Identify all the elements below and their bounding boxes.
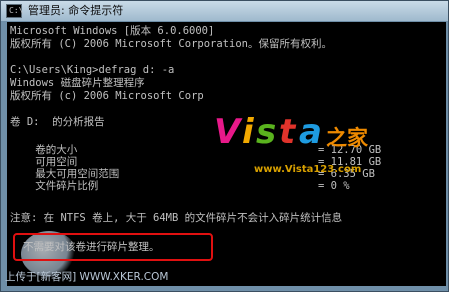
console-line-copyright: 版权所有 (C) 2006 Microsoft Corporation。保留所有… (10, 38, 332, 50)
console-line-ntfs-note: 注意: 在 NTFS 卷上, 大于 64MB 的文件碎片不会计入碎片统计信息 (10, 212, 343, 224)
watermark-letter-a: a (299, 112, 322, 152)
console-line-result: 不需要对该卷进行碎片整理。 (23, 241, 160, 253)
watermark-letter-v: V (214, 112, 241, 152)
title-bar[interactable]: C:\ 管理员: 命令提示符 (1, 1, 448, 21)
vista-watermark-logo: V i s t a 之家 www.Vista123.com (214, 110, 419, 180)
console-line-defrag-title: Windows 磁盘碎片整理程序 (10, 77, 145, 89)
watermark-url: www.Vista123.com (254, 164, 362, 175)
cmd-window: C:\ 管理员: 命令提示符 Microsoft Windows [版本 6.0… (0, 0, 449, 292)
console-line-command: C:\Users\King>defrag d: -a (10, 64, 175, 76)
watermark-letter-i: i (242, 112, 254, 152)
console-app-icon[interactable]: C:\ (6, 4, 24, 18)
console-label-fragmentation: 文件碎片比例 (10, 180, 99, 192)
console-value-fragmentation: = 0 % (318, 180, 350, 192)
console-line-report-header: 卷 D: 的分析报告 (10, 116, 105, 128)
watermark-letter-t: t (279, 112, 296, 152)
window-title: 管理员: 命令提示符 (28, 4, 124, 17)
console-line-version: Microsoft Windows [版本 6.0.6000] (10, 25, 215, 37)
watermark-suffix: 之家 (326, 126, 368, 150)
console-line-defrag-copyright: 版权所有 (c) 2006 Microsoft Corp (10, 90, 204, 102)
watermark-letter-s: s (256, 112, 277, 152)
console-icon-glyph: C:\ (9, 6, 24, 15)
upload-watermark: 上传于[新客网] WWW.XKER.COM (5, 271, 169, 283)
